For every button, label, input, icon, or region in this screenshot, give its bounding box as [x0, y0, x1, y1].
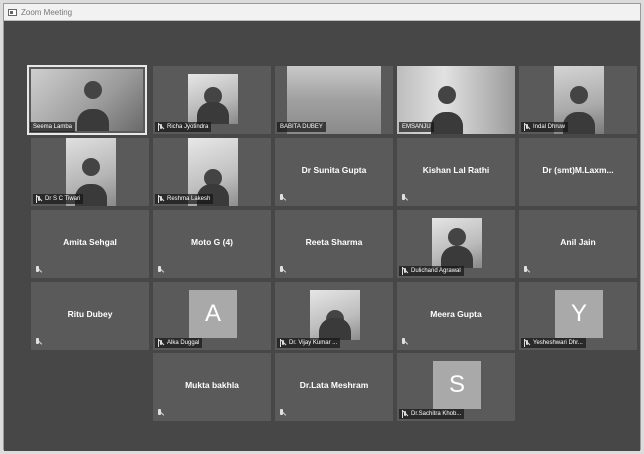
participant-video [188, 74, 238, 124]
participant-name: Dr Sunita Gupta [301, 165, 367, 175]
participant-name-label: Dulichand Agrawal [399, 266, 464, 276]
gallery-view: Seema Lamba Richa Jyotindra BABITA DUBEY… [4, 21, 640, 451]
participant-tile[interactable]: Mukta bakhla [153, 353, 271, 421]
participant-tile[interactable]: Dr Sunita Gupta [275, 138, 393, 206]
title-bar[interactable]: Zoom Meeting [4, 4, 640, 21]
window-title: Zoom Meeting [21, 7, 73, 17]
participant-name-label: Dr. Vijay Kumar ... [277, 338, 341, 348]
participant-name: Anil Jain [560, 237, 596, 247]
participant-name-label: Yesheshwari Dhr... [521, 338, 586, 348]
participant-tile[interactable]: Reshma Lakesh [153, 138, 271, 206]
mic-muted-icon [35, 266, 41, 274]
participant-name: Mukta bakhla [185, 380, 239, 390]
participant-tile[interactable]: Reeta Sharma [275, 210, 393, 278]
participant-name-label: Dr S C Tiwari [33, 194, 84, 204]
participant-name: Reeta Sharma [305, 237, 363, 247]
participant-name-label: Indal Dhruw [521, 122, 569, 132]
participant-tile[interactable]: EMSANJU [397, 66, 515, 134]
participant-name-label: Seema Lamba [30, 122, 76, 132]
participant-name-label: Reshma Lakesh [155, 194, 214, 204]
participant-tile[interactable]: Meera Gupta [397, 282, 515, 350]
participant-name: Amita Sehgal [63, 237, 117, 247]
participant-tile[interactable]: Dr.Lata Meshram [275, 353, 393, 421]
participant-name: Meera Gupta [430, 309, 482, 319]
participant-tile[interactable]: Dulichand Agrawal [397, 210, 515, 278]
mic-muted-icon [158, 123, 164, 131]
participant-tile[interactable]: Amita Sehgal [31, 210, 149, 278]
mic-muted-icon [279, 194, 285, 202]
participant-tile[interactable]: BABITA DUBEY [275, 66, 393, 134]
participant-name: Dr (smt)M.Laxm... [542, 165, 614, 175]
participant-tile[interactable]: Dr. Vijay Kumar ... [275, 282, 393, 350]
participant-tile[interactable]: A Alka Duggal [153, 282, 271, 350]
participant-name-label: Alka Duggal [155, 338, 203, 348]
zoom-app-icon [8, 8, 17, 16]
mic-muted-icon [280, 339, 286, 347]
participant-tile[interactable]: S Dr.Sachitra Khob... [397, 353, 515, 421]
zoom-meeting-window: Zoom Meeting Seema Lamba Richa Jyotindra… [3, 3, 641, 451]
mic-muted-icon [524, 123, 530, 131]
participant-tile[interactable]: Dr S C Tiwari [31, 138, 149, 206]
mic-muted-icon [279, 266, 285, 274]
participant-tile[interactable]: Richa Jyotindra [153, 66, 271, 134]
participant-name-label: Dr.Sachitra Khob... [399, 409, 465, 419]
participant-name-label: EMSANJU [399, 122, 434, 132]
avatar: S [433, 361, 481, 409]
mic-muted-icon [35, 338, 41, 346]
participant-name: Dr.Lata Meshram [299, 380, 369, 390]
mic-muted-icon [279, 409, 285, 417]
mic-muted-icon [402, 410, 408, 418]
mic-muted-icon [401, 194, 407, 202]
participant-tile[interactable]: Anil Jain [519, 210, 637, 278]
mic-muted-icon [157, 266, 163, 274]
mic-muted-icon [158, 339, 164, 347]
participant-tile[interactable]: Kishan Lal Rathi [397, 138, 515, 206]
mic-muted-icon [523, 266, 529, 274]
participant-tile[interactable]: Indal Dhruw [519, 66, 637, 134]
mic-muted-icon [158, 195, 164, 203]
mic-muted-icon [401, 338, 407, 346]
participant-name: Kishan Lal Rathi [422, 165, 490, 175]
participant-name-label: BABITA DUBEY [277, 122, 326, 132]
mic-muted-icon [36, 195, 42, 203]
mic-muted-icon [157, 409, 163, 417]
mic-muted-icon [524, 339, 530, 347]
avatar: A [189, 290, 237, 338]
participant-tile[interactable]: Dr (smt)M.Laxm... [519, 138, 637, 206]
participant-tile[interactable]: Seema Lamba [27, 65, 147, 135]
participant-video [432, 218, 482, 268]
participant-tile[interactable]: Moto G (4) [153, 210, 271, 278]
participant-video [310, 290, 360, 340]
participant-tile[interactable]: Ritu Dubey [31, 282, 149, 350]
participant-tile[interactable]: Y Yesheshwari Dhr... [519, 282, 637, 350]
avatar: Y [555, 290, 603, 338]
participant-name: Ritu Dubey [67, 309, 113, 319]
mic-muted-icon [402, 267, 408, 275]
participant-name-label: Richa Jyotindra [155, 122, 212, 132]
participant-name: Moto G (4) [190, 237, 234, 247]
